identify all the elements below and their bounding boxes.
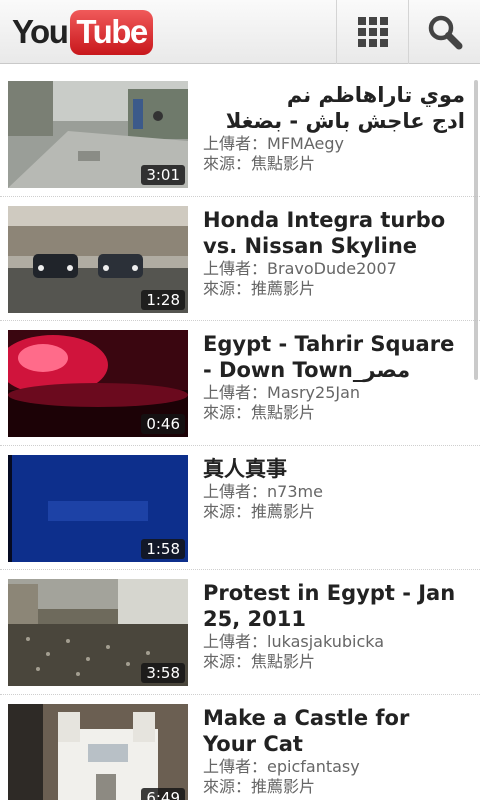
video-thumbnail[interactable]: 0:46	[8, 330, 188, 437]
uploader-name: lukasjakubicka	[267, 632, 385, 651]
grid-button[interactable]	[336, 0, 408, 64]
video-source: 來源：推薦影片	[203, 502, 465, 522]
video-thumbnail[interactable]: 3:01	[8, 81, 188, 188]
source-label: 來源：	[203, 278, 252, 298]
video-duration: 3:01	[141, 165, 185, 185]
video-source: 來源：焦點影片	[203, 652, 465, 672]
source-label: 來源：	[203, 501, 252, 521]
source-name: 推薦影片	[251, 776, 316, 796]
uploader-label: 上傳者：	[203, 134, 268, 153]
video-list-item[interactable]: 3:01 موي تاراهاظم نم ادج عاجش باش - بضغل…	[0, 72, 480, 197]
source-name: 推薦影片	[251, 501, 316, 521]
video-list-item[interactable]: 3:58 Protest in Egypt - Jan 25, 2011 上傳者…	[0, 570, 480, 695]
source-name: 推薦影片	[251, 278, 316, 298]
source-name: 焦點影片	[251, 154, 316, 173]
video-title[interactable]: Protest in Egypt - Jan 25, 2011	[203, 580, 465, 632]
scrollbar[interactable]	[474, 80, 478, 380]
search-button[interactable]	[408, 0, 480, 64]
grid-icon	[357, 17, 388, 47]
uploader-name: n73me	[267, 481, 323, 501]
video-uploader: 上傳者：Masry25Jan	[203, 383, 465, 403]
video-source: 來源：推薦影片	[203, 777, 465, 797]
uploader-name: MFMAegy	[267, 134, 344, 153]
video-source: 來源：焦點影片	[203, 403, 465, 423]
video-thumbnail[interactable]: 1:28	[8, 205, 188, 313]
source-label: 來源：	[203, 403, 252, 422]
video-duration: 3:58	[141, 663, 185, 683]
video-duration: 1:28	[141, 289, 185, 310]
uploader-label: 上傳者：	[203, 258, 268, 278]
video-title[interactable]: 真人真事	[203, 456, 465, 482]
uploader-name: epicfantasy	[267, 756, 360, 776]
video-list: 3:01 موي تاراهاظم نم ادج عاجش باش - بضغل…	[0, 72, 480, 800]
logo-tube-text: Tube	[70, 9, 153, 55]
source-name: 焦點影片	[251, 652, 316, 671]
search-icon	[428, 15, 462, 50]
source-name: 焦點影片	[251, 403, 316, 422]
video-uploader: 上傳者：n73me	[203, 482, 465, 502]
youtube-logo[interactable]: You Tube	[12, 9, 153, 55]
source-label: 來源：	[203, 776, 252, 796]
video-uploader: 上傳者：lukasjakubicka	[203, 632, 465, 652]
video-list-item[interactable]: 0:46 Egypt - Tahrir Square - Down Town_م…	[0, 321, 480, 446]
video-duration: 1:58	[141, 538, 185, 559]
video-list-item[interactable]: 6:49 Make a Castle for Your Cat 上傳者：epic…	[0, 695, 480, 800]
video-source: 來源：推薦影片	[203, 279, 465, 299]
video-source: 來源：焦點影片	[203, 154, 465, 174]
video-uploader: 上傳者：MFMAegy	[203, 134, 465, 154]
video-title[interactable]: موي تاراهاظم نم ادج عاجش باش - بضغلا	[203, 82, 465, 134]
video-title[interactable]: Make a Castle for Your Cat	[203, 705, 465, 757]
uploader-name: BravoDude2007	[267, 258, 397, 278]
app-header: You Tube	[0, 0, 480, 64]
video-thumbnail[interactable]: 6:49	[8, 703, 188, 800]
thumbnail-image	[8, 703, 188, 800]
video-duration: 0:46	[141, 414, 185, 434]
video-uploader: 上傳者：BravoDude2007	[203, 259, 465, 279]
video-title[interactable]: Honda Integra turbo vs. Nissan Skyline R…	[203, 207, 465, 259]
video-title[interactable]: Egypt - Tahrir Square - Down Town_مصر	[203, 331, 465, 383]
uploader-name: Masry25Jan	[267, 383, 361, 402]
source-label: 來源：	[203, 154, 252, 173]
video-list-item[interactable]: 1:28 Honda Integra turbo vs. Nissan Skyl…	[0, 197, 480, 321]
video-uploader: 上傳者：epicfantasy	[203, 757, 465, 777]
uploader-label: 上傳者：	[203, 383, 268, 402]
video-thumbnail[interactable]: 3:58	[8, 579, 188, 686]
video-list-item[interactable]: 1:58 真人真事 上傳者：n73me 來源：推薦影片	[0, 446, 480, 570]
video-thumbnail[interactable]: 1:58	[8, 454, 188, 562]
video-duration: 6:49	[141, 787, 185, 800]
uploader-label: 上傳者：	[203, 481, 268, 501]
source-label: 來源：	[203, 652, 252, 671]
uploader-label: 上傳者：	[203, 632, 268, 651]
uploader-label: 上傳者：	[203, 756, 268, 776]
logo-you-text: You	[12, 13, 69, 50]
